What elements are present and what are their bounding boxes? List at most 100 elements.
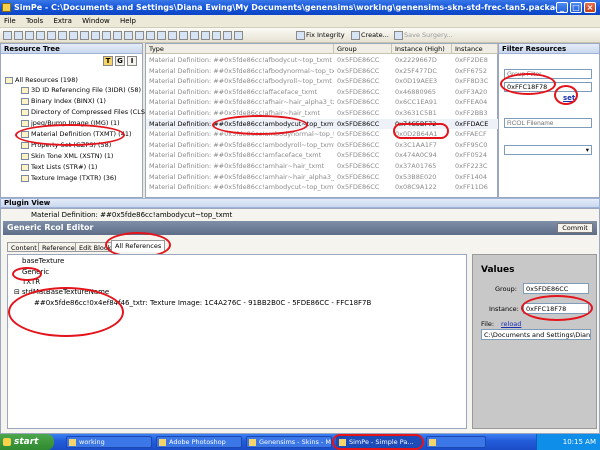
copy-icon[interactable] [135,31,144,40]
next-icon[interactable] [58,31,67,40]
table-cell: Material Definition: ##0x5fde86cc!amhair… [149,172,334,181]
tree-item-binx[interactable]: Binary Index (BINX) (1) [21,97,106,105]
tree-item-str[interactable]: Text Lists (STR#) (1) [21,163,97,171]
group-label: Group: [495,285,517,293]
create-icon [351,31,360,40]
tab-content[interactable]: Content [7,242,41,252]
expand-icon[interactable]: ⊟ [14,288,20,296]
table-row[interactable]: Material Definition: ##0x5fde86cc!amhair… [146,172,498,183]
file-path-field[interactable]: C:\Documents and Settings\Diana [481,329,591,340]
table-row[interactable]: Material Definition: ##0x5fde86cc!afbody… [146,66,498,77]
tree-item-3idr[interactable]: 3D ID Referencing File (3IDR) (58) [21,86,141,94]
tree-item-clst[interactable]: Directory of Compressed Files (CLST) [21,108,151,116]
start-button[interactable]: start [0,434,54,450]
search-icon[interactable] [102,31,111,40]
maximize-button[interactable]: □ [570,2,582,13]
table-cell: 0x53B8E020 [395,172,437,181]
view-button-i[interactable]: I [127,56,137,66]
table-cell: 0xFFAECF [455,130,487,139]
delete-icon[interactable] [124,31,133,40]
editor-title-bar: Generic Rcol Editor [3,221,597,235]
annotation-circle [15,124,125,146]
annotation-circle [521,295,593,321]
menu-extra[interactable]: Extra [49,15,75,27]
annotation-circle [500,73,556,95]
table-row[interactable]: Material Definition: ##0x5fde86cc!afbody… [146,76,498,87]
task-photoshop[interactable]: Adobe Photoshop [156,436,242,448]
table-cell: 0x5FDE86CC [337,162,380,170]
tree-item-all[interactable]: All Resources (198) [5,76,78,84]
open-icon[interactable] [3,31,12,40]
task-working[interactable]: working [66,436,152,448]
table-cell: Material Definition: ##0x5fde86cc!ambody… [149,183,334,192]
view-button-g[interactable]: G [115,56,125,66]
close-file-icon[interactable] [36,31,45,40]
table-cell: Material Definition: ##0x5fde86cc!ambody… [149,140,334,149]
column-type[interactable]: Type [146,44,334,54]
tree-node[interactable]: baseTexture [22,257,64,265]
table-row[interactable]: Material Definition: ##0x5fde86cc!amhair… [146,161,498,172]
tab-reference[interactable]: Reference [38,242,79,252]
image-icon [21,119,29,127]
table-row[interactable]: Material Definition: ##0x5fde86cc!afhair… [146,97,498,108]
wand-icon[interactable] [223,31,232,40]
table-cell: 0x5FDE86CC [337,130,380,139]
rcol-filename-input[interactable] [504,118,592,128]
reload-link[interactable]: reload [501,320,521,328]
tool-icon[interactable] [69,31,78,40]
minimize-button[interactable]: _ [556,2,568,13]
tree-label: Skin Tone XML (XSTN) (1) [31,152,114,160]
menu-window[interactable]: Window [78,15,114,27]
link-icon[interactable] [234,31,243,40]
view-button-t[interactable]: T [103,56,113,66]
edit-icon[interactable] [113,31,122,40]
image-icon[interactable] [91,31,100,40]
table-row[interactable]: Material Definition: ##0x5fde86cc!afbody… [146,55,498,66]
prev-icon[interactable] [47,31,56,40]
fix-integrity-button[interactable]: Fix Integrity [295,30,345,41]
table-row[interactable]: Material Definition: ##0x5fde86cc!amface… [146,150,498,161]
table-cell: 0xFF8D3C [455,77,489,86]
filter-dropdown[interactable]: ▾ [504,145,592,155]
column-instance-high[interactable]: Instance (High) [392,44,452,54]
system-tray: 10:15 AM [536,434,600,450]
menu-tools[interactable]: Tools [22,15,47,27]
close-button[interactable]: × [584,2,596,13]
create-button[interactable]: Create... [350,30,389,41]
table-cell: 0x5FDE86CC [337,119,380,128]
group-value-field[interactable]: 0x5FDE86CC [523,283,589,294]
folder-icon [5,76,13,84]
info-icon[interactable] [212,31,221,40]
save-icon[interactable] [14,31,23,40]
resource-icon [21,108,29,116]
task-label: Adobe Photoshop [169,438,226,446]
table-row[interactable]: Material Definition: ##0x5fde86cc!ambody… [146,140,498,151]
group-icon[interactable] [190,31,199,40]
recolor-icon[interactable] [179,31,188,40]
menu-file[interactable]: File [0,15,20,27]
column-group[interactable]: Group [334,44,392,54]
resource-icon [21,97,29,105]
save-surgery-button[interactable]: Save Surgery... [393,30,453,41]
image-icon [21,174,29,182]
hash-icon[interactable] [157,31,166,40]
scene-icon[interactable] [168,31,177,40]
column-instance[interactable]: Instance [452,44,498,54]
commit-button[interactable]: Commit [557,223,593,233]
table-row[interactable]: Material Definition: ##0x5fde86cc!afface… [146,87,498,98]
menu-help[interactable]: Help [116,15,140,27]
references-tree: baseTexture Generic TXTR ⊟ stdMatBaseTex… [7,254,467,429]
table-cell: Material Definition: ##0x5fde86cc!afface… [149,87,318,96]
table-row[interactable]: Material Definition: ##0x5fde86cc!ambody… [146,182,498,193]
tree-item-txtr[interactable]: Texture Image (TXTR) (36) [21,174,117,182]
plugin-icon[interactable] [80,31,89,40]
paste-icon[interactable] [146,31,155,40]
clock[interactable]: 10:15 AM [563,438,596,446]
task-other[interactable] [426,436,486,448]
table-cell: 0xFF0524 [455,151,488,160]
refresh-icon[interactable] [201,31,210,40]
table-row[interactable]: Material Definition: ##0x5fde86cc!afhair… [146,108,498,119]
new-icon[interactable] [25,31,34,40]
tree-item-xstn[interactable]: Skin Tone XML (XSTN) (1) [21,152,113,160]
task-browser[interactable]: Genensims - Skins - M... [246,436,332,448]
